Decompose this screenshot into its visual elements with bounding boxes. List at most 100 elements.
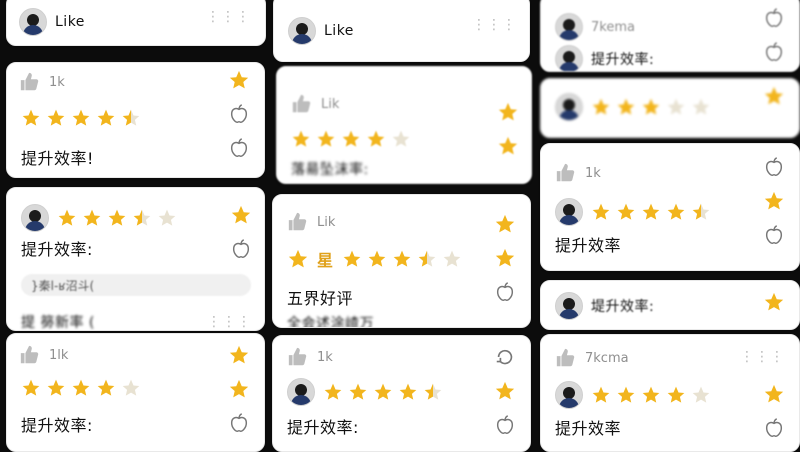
apple-icon[interactable] [228, 412, 250, 434]
refresh-icon[interactable] [494, 346, 516, 368]
rating-star-icon[interactable] [666, 202, 686, 222]
rating-star-icon[interactable] [691, 202, 711, 222]
rating-star-icon[interactable] [641, 202, 661, 222]
star-icon[interactable] [763, 85, 785, 107]
like-thumb-icon[interactable] [19, 71, 41, 93]
rating-star-icon[interactable] [46, 108, 66, 128]
apple-icon[interactable] [763, 156, 785, 178]
rating-star-icon[interactable] [616, 97, 636, 117]
rating-star-icon[interactable] [46, 378, 66, 398]
rating-star-icon[interactable] [591, 97, 611, 117]
rating-star-icon[interactable] [57, 208, 77, 228]
apple-icon[interactable] [763, 224, 785, 246]
rating-star-icon[interactable] [121, 108, 141, 128]
card-left-3[interactable]: 提升效率: }秦l-ʁ沼斗( 提 簩新率 ( ⋮⋮⋮ [6, 187, 265, 331]
rating-star-icon[interactable] [442, 249, 462, 269]
star-icon[interactable] [494, 213, 516, 235]
rating-stars[interactable] [342, 249, 462, 269]
card-right-4[interactable]: 堤升效率: [540, 280, 800, 330]
star-icon[interactable] [287, 248, 309, 270]
like-thumb-icon[interactable] [291, 93, 313, 115]
rating-stars[interactable] [21, 108, 141, 128]
card-right-5[interactable]: 7kcma 提升效率 ⋮⋮⋮ [540, 334, 800, 452]
rating-star-icon[interactable] [373, 382, 393, 402]
rating-stars[interactable] [57, 208, 177, 228]
rating-star-icon[interactable] [641, 385, 661, 405]
rating-star-icon[interactable] [96, 378, 116, 398]
star-icon[interactable] [494, 247, 516, 269]
apple-icon[interactable] [228, 137, 250, 159]
rating-star-icon[interactable] [107, 208, 127, 228]
star-icon[interactable] [763, 190, 785, 212]
rating-star-icon[interactable] [391, 129, 411, 149]
dots-grid-icon[interactable]: ⋮⋮⋮ [740, 349, 785, 365]
rating-star-icon[interactable] [291, 129, 311, 149]
dots-grid-icon[interactable]: ⋮⋮⋮ [207, 314, 252, 330]
apple-icon[interactable] [228, 103, 250, 125]
rating-star-icon[interactable] [392, 249, 412, 269]
like-thumb-icon[interactable] [555, 347, 577, 369]
like-thumb-icon[interactable] [287, 346, 309, 368]
rating-stars[interactable] [323, 382, 443, 402]
star-icon[interactable] [228, 344, 250, 366]
rating-star-icon[interactable] [96, 108, 116, 128]
rating-star-icon[interactable] [691, 97, 711, 117]
rating-star-icon[interactable] [341, 129, 361, 149]
star-icon[interactable] [228, 69, 250, 91]
rating-star-icon[interactable] [342, 249, 362, 269]
rating-star-icon[interactable] [616, 385, 636, 405]
star-icon[interactable] [230, 204, 252, 226]
card-mid-2[interactable]: Lik 落昜坠沫率: [276, 66, 532, 184]
rating-star-icon[interactable] [591, 202, 611, 222]
apple-icon[interactable] [230, 238, 252, 260]
rating-star-icon[interactable] [71, 108, 91, 128]
star-icon[interactable] [228, 378, 250, 400]
rating-star-icon[interactable] [157, 208, 177, 228]
rating-star-icon[interactable] [132, 208, 152, 228]
card-left-1[interactable]: Like ⋮⋮⋮ [6, 0, 266, 46]
star-icon[interactable] [497, 135, 519, 157]
chip[interactable]: }秦l-ʁ沼斗( [21, 274, 251, 296]
rating-star-icon[interactable] [82, 208, 102, 228]
apple-icon[interactable] [494, 414, 516, 436]
card-mid-4[interactable]: 1k 提升效率: [272, 335, 531, 452]
card-left-2[interactable]: 1k 提升效率! [6, 62, 265, 178]
like-thumb-icon[interactable] [287, 211, 309, 233]
rating-star-icon[interactable] [423, 382, 443, 402]
rating-stars[interactable] [591, 202, 711, 222]
rating-stars[interactable] [591, 385, 711, 405]
star-icon[interactable] [497, 101, 519, 123]
rating-star-icon[interactable] [417, 249, 437, 269]
rating-star-icon[interactable] [666, 385, 686, 405]
rating-star-icon[interactable] [348, 382, 368, 402]
rating-star-icon[interactable] [616, 202, 636, 222]
card-left-4[interactable]: 1lk 提升效率: [6, 333, 265, 452]
card-right-3[interactable]: 1k 提升效率 [540, 143, 800, 271]
rating-star-icon[interactable] [398, 382, 418, 402]
rating-star-icon[interactable] [591, 385, 611, 405]
card-mid-1[interactable]: Like ⋮⋮⋮ [273, 0, 530, 62]
rating-stars[interactable] [591, 97, 711, 117]
rating-star-icon[interactable] [316, 129, 336, 149]
rating-star-icon[interactable] [21, 378, 41, 398]
rating-star-icon[interactable] [121, 378, 141, 398]
card-right-1[interactable]: 7kema 提升效率: [540, 0, 800, 72]
apple-icon[interactable] [763, 7, 785, 29]
rating-stars[interactable] [21, 378, 141, 398]
star-icon[interactable] [494, 380, 516, 402]
rating-star-icon[interactable] [323, 382, 343, 402]
apple-icon[interactable] [763, 41, 785, 63]
rating-star-icon[interactable] [691, 385, 711, 405]
star-icon[interactable] [763, 291, 785, 313]
rating-star-icon[interactable] [641, 97, 661, 117]
rating-stars[interactable] [291, 129, 411, 149]
dots-grid-icon[interactable]: ⋮⋮⋮ [472, 17, 517, 33]
rating-star-icon[interactable] [367, 249, 387, 269]
dots-grid-icon[interactable]: ⋮⋮⋮ [206, 9, 251, 25]
card-right-2[interactable] [540, 78, 800, 138]
rating-star-icon[interactable] [21, 108, 41, 128]
card-mid-3[interactable]: Lik 星 五界好评 全会述涂嵖万 [272, 194, 531, 328]
like-thumb-icon[interactable] [19, 344, 41, 366]
like-thumb-icon[interactable] [555, 162, 577, 184]
apple-icon[interactable] [763, 417, 785, 439]
